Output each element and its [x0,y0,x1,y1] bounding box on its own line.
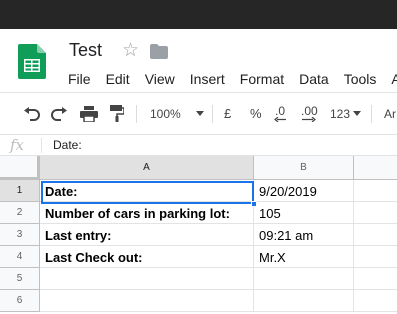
paint-format-icon [110,105,124,122]
cell-c4[interactable] [354,246,397,268]
menu-addons[interactable]: A [391,70,397,88]
menu-edit[interactable]: Edit [106,70,130,88]
decrease-decimals-label: .0 [274,104,285,118]
chevron-down-icon [353,111,362,116]
cell-b1[interactable]: 9/20/2019 [254,180,354,202]
cell-b3[interactable]: 09:21 am [254,224,354,246]
menu-insert[interactable]: Insert [190,70,225,88]
increase-decimals-button[interactable]: .00 [301,93,318,134]
redo-icon [51,106,67,121]
cell-a2[interactable]: Number of cars in parking lot: [40,202,254,224]
formula-input[interactable]: Date: [53,138,82,152]
cell-b2[interactable]: 105 [254,202,354,224]
more-formats-label: 123 [330,106,351,121]
cell-a6[interactable] [40,290,254,312]
app-header: Test ☆ File Edit View Insert Format Data… [0,29,397,92]
increase-decimals-label: .00 [301,104,318,118]
cell-c5[interactable] [354,268,397,290]
cell-c6[interactable] [354,290,397,312]
menu-tools[interactable]: Tools [344,70,377,88]
fx-icon: fx [10,136,25,154]
cell-c3[interactable] [354,224,397,246]
toolbar: 100% £ % .0 .00 123 Ar [0,92,397,135]
menu-format[interactable]: Format [240,70,284,88]
print-button[interactable] [80,93,98,134]
arrow-left-icon [274,117,286,122]
percent-format-button[interactable]: % [250,93,262,134]
print-icon [80,105,98,122]
toolbar-separator [371,105,372,123]
cell-a5[interactable] [40,268,254,290]
cell-a4[interactable]: Last Check out: [40,246,254,268]
more-formats-select[interactable]: 123 [330,93,362,134]
toolbar-separator [212,105,213,123]
undo-icon [24,106,40,121]
cell-b5[interactable] [254,268,354,290]
folder-icon[interactable] [150,44,168,59]
column-header-a[interactable]: A [40,156,254,180]
cell-b6[interactable] [254,290,354,312]
formula-bar: fx Date: [0,135,397,156]
paint-format-button[interactable] [110,93,124,134]
menu-file[interactable]: File [68,70,91,88]
decrease-decimals-button[interactable]: .0 [274,93,286,134]
sheets-logo-icon[interactable] [18,44,46,79]
zoom-value: 100% [150,106,181,121]
column-header-b[interactable]: B [254,156,354,180]
toolbar-separator [136,105,137,123]
menu-view[interactable]: View [145,70,175,88]
fill-handle[interactable] [251,201,257,207]
chevron-down-icon [195,111,204,116]
font-family-select[interactable]: Ar [384,93,396,134]
currency-format-button[interactable]: £ [224,93,231,134]
cell-b4[interactable]: Mr.X [254,246,354,268]
row-header-3[interactable]: 3 [0,224,40,246]
cell-a3[interactable]: Last entry: [40,224,254,246]
row-header-6[interactable]: 6 [0,290,40,312]
undo-button[interactable] [22,93,40,134]
row-header-2[interactable]: 2 [0,202,40,224]
arrow-right-icon [302,117,317,122]
cell-a1[interactable]: Date: [40,180,254,202]
column-header-c[interactable] [354,156,397,180]
row-header-4[interactable]: 4 [0,246,40,268]
browser-top-bar [0,0,397,29]
redo-button[interactable] [51,93,69,134]
menu-bar: File Edit View Insert Format Data Tools … [68,70,397,88]
star-icon[interactable]: ☆ [122,41,139,61]
document-title[interactable]: Test [69,40,102,61]
spreadsheet-grid: A B 1 Date: 9/20/2019 2 Number of cars i… [0,156,397,314]
row-header-1[interactable]: 1 [0,180,40,202]
formula-separator [41,138,42,153]
cell-c1[interactable] [354,180,397,202]
select-all-corner[interactable] [0,156,40,180]
cell-c2[interactable] [354,202,397,224]
row-header-5[interactable]: 5 [0,268,40,290]
zoom-select[interactable]: 100% [150,93,204,134]
menu-data[interactable]: Data [299,70,329,88]
